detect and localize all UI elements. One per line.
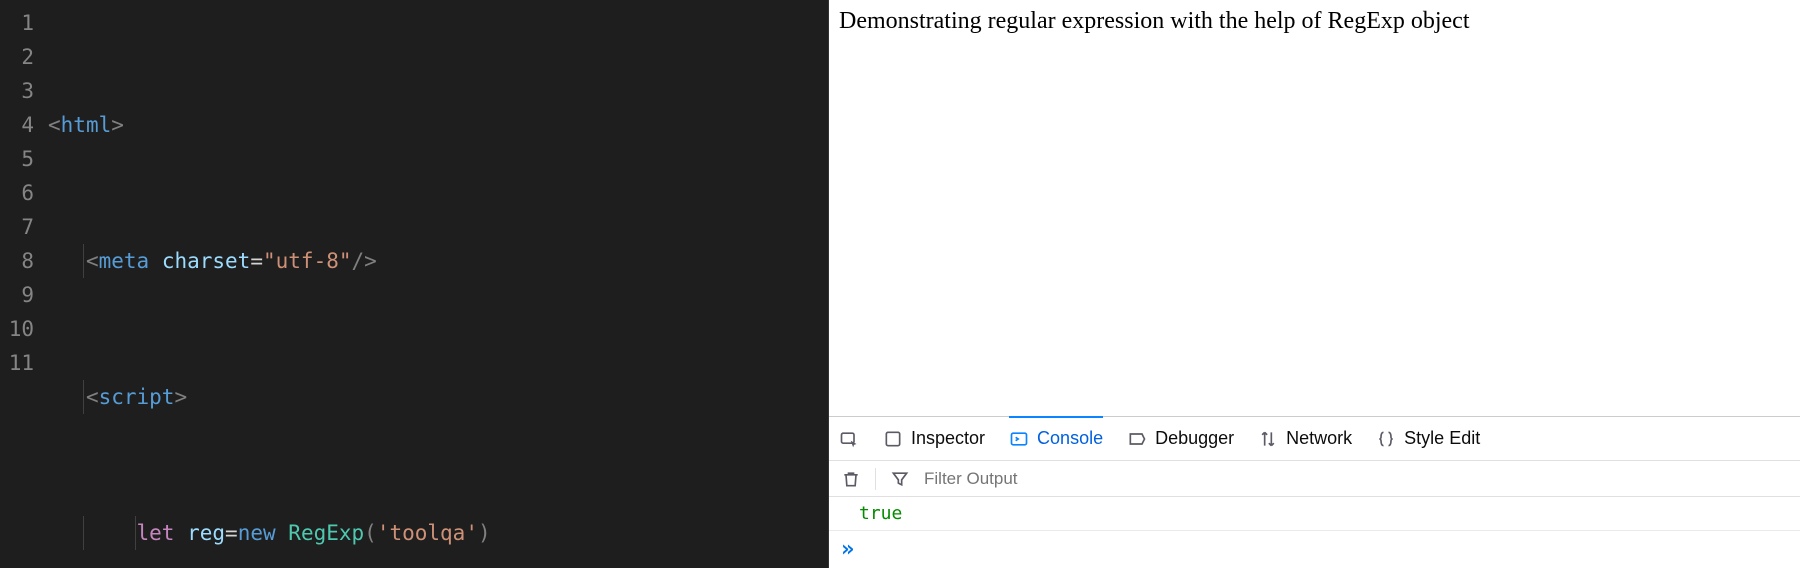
console-toolbar xyxy=(829,461,1800,497)
style-editor-icon xyxy=(1376,429,1396,449)
line-number: 8 xyxy=(0,244,34,278)
filter-output-input[interactable] xyxy=(924,469,1224,489)
line-number: 7 xyxy=(0,210,34,244)
inspector-icon xyxy=(883,429,903,449)
tab-style-editor[interactable]: Style Edit xyxy=(1376,417,1480,460)
trash-icon[interactable] xyxy=(841,469,861,489)
page-viewport[interactable]: Demonstrating regular expression with th… xyxy=(829,0,1800,416)
tab-label: Debugger xyxy=(1155,428,1234,449)
code-area[interactable]: <html> <meta charset="utf-8"/> <script> … xyxy=(48,6,828,568)
line-number: 4 xyxy=(0,108,34,142)
line-number: 9 xyxy=(0,278,34,312)
line-number: 10 xyxy=(0,312,34,346)
tab-network[interactable]: Network xyxy=(1258,417,1352,460)
line-number: 6 xyxy=(0,176,34,210)
element-picker-icon[interactable] xyxy=(839,429,859,449)
line-number: 2 xyxy=(0,40,34,74)
console-log-value: true xyxy=(859,503,902,524)
browser-pane: Demonstrating regular expression with th… xyxy=(828,0,1800,568)
line-number: 3 xyxy=(0,74,34,108)
tab-label: Inspector xyxy=(911,428,985,449)
separator xyxy=(875,468,876,490)
console-output-row[interactable]: true xyxy=(829,497,1800,531)
code-line[interactable]: let reg=new RegExp('toolqa') xyxy=(48,516,828,550)
line-number: 5 xyxy=(0,142,34,176)
code-line[interactable]: <html> xyxy=(48,108,828,142)
tab-debugger[interactable]: Debugger xyxy=(1127,417,1234,460)
tab-label: Style Edit xyxy=(1404,428,1480,449)
console-prompt[interactable]: » xyxy=(829,531,1800,568)
code-line[interactable]: <meta charset="utf-8"/> xyxy=(48,244,828,278)
tab-inspector[interactable]: Inspector xyxy=(883,417,985,460)
line-number: 11 xyxy=(0,346,34,380)
devtools-panel: Inspector Console Debugger xyxy=(829,416,1800,568)
devtools-tabstrip: Inspector Console Debugger xyxy=(829,417,1800,461)
code-editor[interactable]: 1 2 3 4 5 6 7 8 9 10 11 <html> <meta cha… xyxy=(0,0,828,568)
line-number-gutter: 1 2 3 4 5 6 7 8 9 10 11 xyxy=(0,6,48,568)
console-icon xyxy=(1009,429,1029,449)
line-number: 1 xyxy=(0,6,34,40)
code-line[interactable]: <script> xyxy=(48,380,828,414)
debugger-icon xyxy=(1127,429,1147,449)
tab-label: Network xyxy=(1286,428,1352,449)
tab-console[interactable]: Console xyxy=(1009,416,1103,459)
page-body-text: Demonstrating regular expression with th… xyxy=(839,8,1470,34)
filter-icon[interactable] xyxy=(890,469,910,489)
network-icon xyxy=(1258,429,1278,449)
tab-label: Console xyxy=(1037,428,1103,449)
prompt-chevron-icon: » xyxy=(841,537,854,562)
